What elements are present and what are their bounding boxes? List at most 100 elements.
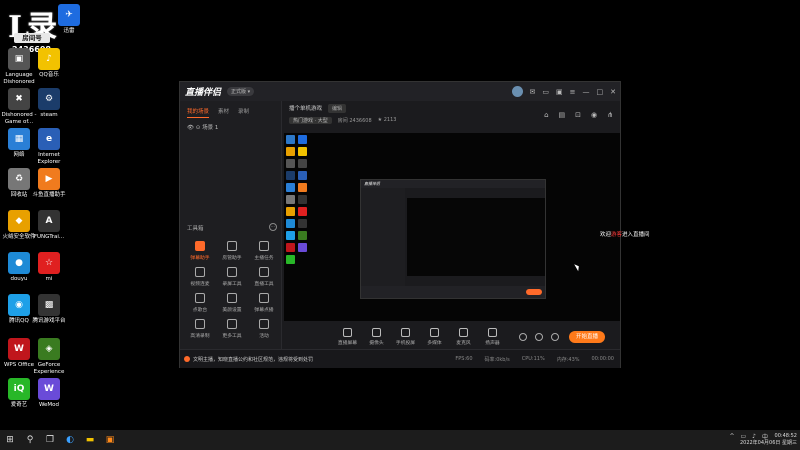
status-bar: 文明主播，知晓直播公约和社区规范，违规将受到处罚 FPS:60 码率:0kb/s…: [180, 349, 620, 368]
tool-danmu[interactable]: 弹幕助手: [184, 241, 216, 261]
clipboard-icon[interactable]: ▤: [559, 111, 566, 119]
maximize-icon[interactable]: □: [597, 88, 604, 96]
edge-icon[interactable]: ◐: [60, 430, 80, 450]
desktop-icon-label: 迅雷: [63, 28, 75, 34]
start-live-button[interactable]: 开始直播: [569, 331, 605, 343]
camera-icon: [372, 328, 381, 337]
lock-icon[interactable]: ⊙: [196, 125, 201, 131]
desktop-icon[interactable]: A FUNGTrai...: [26, 210, 72, 241]
speaker-icon: [488, 328, 497, 337]
phone-cast-button[interactable]: 手机投屏: [391, 328, 420, 346]
settings-icon[interactable]: [551, 333, 559, 341]
skin-icon[interactable]: ▣: [556, 88, 563, 96]
left-tabs: 我的场景 素材 录制: [180, 101, 281, 118]
start-button[interactable]: ⊞: [0, 430, 20, 450]
streaming-app-window[interactable]: 直播伴侣 正式版 ▾ ✉ ▭ ▣ ≡ — □ ✕ 我的场景 素材 录制 👁 ⊙ …: [179, 81, 650, 368]
notice: 文明主播，知晓直播公约和社区规范，违规将受到处罚: [184, 356, 313, 363]
avatar[interactable]: [511, 86, 523, 97]
desktop-icon[interactable]: W WeMod: [26, 378, 72, 409]
streaming-app-taskbar-icon[interactable]: ▣: [100, 430, 120, 450]
tool-song-stage[interactable]: 点歌台: [184, 293, 216, 313]
tool-more[interactable]: 更多工具: [216, 319, 248, 339]
category-tag[interactable]: 热门游戏 · 大型: [289, 116, 332, 124]
desktop-icon[interactable]: ✈ 迅雷: [46, 4, 92, 35]
app-icon: ▶: [38, 168, 60, 190]
message-icon[interactable]: ▭: [542, 88, 549, 96]
minimize-icon[interactable]: —: [583, 88, 590, 96]
video-settings-icon[interactable]: [519, 333, 527, 341]
hot-count: ★ 2113: [377, 117, 397, 123]
stats: FPS:60 码率:0kb/s CPU:11% 内存:43% 00:00:00: [455, 356, 614, 363]
tab-recording[interactable]: 录制: [238, 107, 249, 118]
desktop-icon[interactable]: ☆ mi: [26, 252, 72, 283]
toolbox-title: 工具箱: [187, 226, 204, 232]
share-icon[interactable]: ⋔: [607, 111, 613, 119]
task-view-icon[interactable]: ❐: [40, 430, 60, 450]
user-icon: [227, 241, 237, 251]
lock-icon[interactable]: ⊡: [575, 111, 581, 119]
mail-icon[interactable]: ✉: [530, 88, 536, 96]
tool-video-link[interactable]: 视频连麦: [184, 267, 216, 287]
desktop-icon-label: steam: [40, 112, 58, 118]
menu-icon[interactable]: ≡: [570, 88, 576, 96]
media-button[interactable]: 多媒体: [420, 328, 449, 346]
microphone-button[interactable]: 麦克风: [449, 328, 478, 346]
desktop-icon-label: 腾讯游戏平台: [32, 318, 66, 324]
hd-icon: [195, 319, 205, 329]
nested-left-panel: [361, 188, 405, 288]
stream-preview[interactable]: 直播伴侣 欢迎游客进入直播间: [284, 133, 650, 321]
desktop-icon-label: Internet Explorer: [37, 152, 61, 165]
desktop-icon-label: FUNGTrai...: [33, 234, 65, 240]
fps-stat: FPS:60: [455, 355, 473, 362]
tab-materials[interactable]: 素材: [218, 107, 229, 118]
desktop-icon[interactable]: ♪ QQ音乐: [26, 48, 72, 79]
record-icon: [227, 267, 237, 277]
camera-button[interactable]: 摄像头: [362, 328, 391, 346]
desktop-icon-label: GeForce Experience: [33, 362, 65, 375]
media-icon: [430, 328, 439, 337]
app-icon: ♪: [38, 48, 60, 70]
tool-hd-record[interactable]: 高清录制: [184, 319, 216, 339]
desktop-icon[interactable]: ◈ GeForce Experience: [26, 338, 72, 376]
gift-icon[interactable]: ⌂: [544, 111, 548, 119]
tool-danmu-play[interactable]: 弹幕点播: [248, 293, 280, 313]
folder-icon[interactable]: ▬: [80, 430, 100, 450]
tab-my-scenes[interactable]: 我的场景: [187, 107, 210, 118]
close-icon[interactable]: ✕: [610, 88, 616, 96]
beauty-icon: [227, 293, 237, 303]
toolbox-more-icon[interactable]: ⋯: [269, 223, 277, 231]
memory-stat: 内存:43%: [556, 356, 580, 363]
clock[interactable]: 00:48:52 2022年04月06日 星期三: [740, 433, 797, 447]
room-label: 房间号: [14, 33, 50, 43]
microphone-icon: [459, 328, 468, 337]
desktop-icon[interactable]: ⚙ steam: [26, 88, 72, 119]
record-icon[interactable]: [535, 333, 543, 341]
location-icon[interactable]: ◉: [591, 111, 597, 119]
room-id: 房间 2436608: [337, 117, 372, 124]
eye-icon[interactable]: 👁: [187, 125, 194, 131]
speaker-button[interactable]: 扬声器: [478, 328, 507, 346]
music-icon: [195, 293, 205, 303]
tools-icon: [259, 267, 269, 277]
edit-button[interactable]: 编辑: [328, 103, 347, 113]
video-icon: [195, 267, 205, 277]
desktop-icon[interactable]: e Internet Explorer: [26, 128, 72, 166]
app-icon: e: [38, 128, 60, 150]
tool-screen-record[interactable]: 录屏工具: [216, 267, 248, 287]
desktop-icon[interactable]: ▶ 斗鱼直播助手: [26, 168, 72, 199]
desktop-icon[interactable]: ▩ 腾讯游戏平台: [26, 294, 72, 325]
welcome-message: 欢迎游客进入直播间: [600, 232, 650, 238]
tool-tasks[interactable]: 主播任务: [248, 241, 280, 261]
version-dropdown[interactable]: 正式版 ▾: [227, 87, 255, 96]
tool-beauty[interactable]: 美颜设置: [216, 293, 248, 313]
tool-room-manager[interactable]: 房管助手: [216, 241, 248, 261]
tool-activity[interactable]: 活动: [248, 319, 280, 339]
tray-expand-icon[interactable]: ^: [729, 433, 734, 440]
monitor-icon: [343, 328, 352, 337]
tool-live-tools[interactable]: 直播工具: [248, 267, 280, 287]
search-icon[interactable]: ⚲: [20, 430, 40, 450]
scene-item[interactable]: 👁 ⊙ 场景 1: [180, 118, 281, 136]
screen-capture-button[interactable]: 直播屏幕: [333, 328, 362, 346]
control-extra: [519, 333, 559, 341]
app-icon: W: [38, 378, 60, 400]
